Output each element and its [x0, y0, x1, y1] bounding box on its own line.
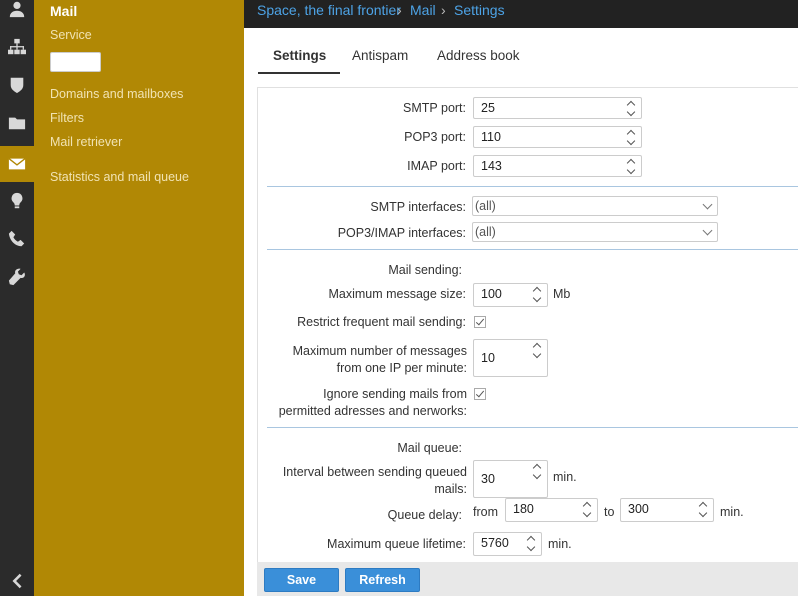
max-queue-lifetime-input[interactable]: 5760: [473, 532, 542, 556]
pop3imap-interfaces-value: (all): [475, 225, 496, 239]
queue-interval-value: 30: [481, 472, 495, 486]
max-queue-lifetime-unit: min.: [548, 537, 572, 551]
imap-port-label: IMAP port:: [407, 159, 466, 173]
mail-queue-heading: Mail queue:: [397, 441, 462, 455]
smtp-interfaces-value: (all): [475, 199, 496, 213]
bulb-icon[interactable]: [0, 184, 34, 218]
spinner-icon[interactable]: [627, 158, 636, 174]
breadcrumb-settings[interactable]: Settings: [454, 2, 505, 18]
smtp-interfaces-select[interactable]: (all): [472, 196, 718, 216]
chevron-left-icon[interactable]: [0, 566, 34, 596]
pop3imap-interfaces-label: POP3/IMAP interfaces:: [337, 226, 466, 240]
queue-interval-unit: min.: [553, 470, 577, 484]
tab-address-book[interactable]: Address book: [437, 48, 520, 63]
max-messages-input[interactable]: 10: [473, 339, 548, 377]
pop3-port-input[interactable]: 110: [473, 126, 642, 148]
breadcrumb-server[interactable]: Space, the final frontier: [257, 2, 401, 18]
spinner-icon[interactable]: [627, 129, 636, 145]
smtp-interfaces-label: SMTP interfaces:: [370, 200, 466, 214]
phone-icon[interactable]: [0, 222, 34, 256]
user-icon[interactable]: [0, 0, 34, 26]
spinner-icon[interactable]: [527, 535, 536, 551]
section-divider: [267, 186, 798, 187]
queue-delay-unit: min.: [720, 505, 744, 519]
breadcrumb-separator: ›: [397, 2, 402, 18]
queue-delay-from-input[interactable]: 180: [505, 498, 598, 522]
chevron-down-icon: [702, 225, 713, 236]
max-message-size-input[interactable]: 100: [473, 283, 548, 307]
mail-submenu: Mail Service Settings Domains and mailbo…: [34, 0, 244, 596]
queue-interval-input[interactable]: 30: [473, 460, 548, 498]
queue-delay-to-input[interactable]: 300: [620, 498, 714, 522]
submenu-item-filters[interactable]: Filters: [50, 111, 84, 125]
folder-icon[interactable]: [0, 106, 34, 140]
save-button[interactable]: Save: [264, 568, 339, 592]
submenu-item-settings[interactable]: Settings: [50, 52, 102, 72]
tab-settings[interactable]: Settings: [273, 48, 326, 63]
spinner-icon[interactable]: [533, 286, 542, 302]
queue-delay-from-label: from: [473, 505, 498, 519]
submenu-item-domains[interactable]: Domains and mailboxes: [50, 87, 183, 101]
smtp-port-value: 25: [481, 101, 495, 115]
breadcrumb: Space, the final frontier › Mail › Setti…: [244, 0, 798, 28]
pop3imap-interfaces-select[interactable]: (all): [472, 222, 718, 242]
queue-interval-label-line2: mails:: [434, 482, 467, 496]
imap-port-value: 143: [481, 159, 502, 173]
max-messages-label-line1: Maximum number of messages: [292, 344, 467, 358]
chevron-down-icon: [702, 199, 713, 210]
pop3-port-value: 110: [481, 130, 501, 144]
submenu-item-mail-retriever[interactable]: Mail retriever: [50, 135, 122, 149]
ignore-permitted-checkbox[interactable]: [474, 388, 486, 400]
tab-bar: Settings Antispam Address book: [244, 28, 798, 76]
smtp-port-input[interactable]: 25: [473, 97, 642, 119]
icon-rail: [0, 0, 34, 596]
pop3-port-label: POP3 port:: [404, 130, 466, 144]
submenu-item-service[interactable]: Service: [50, 28, 92, 42]
restrict-frequent-label: Restrict frequent mail sending:: [297, 315, 466, 329]
max-message-size-value: 100: [481, 287, 502, 301]
wrench-icon[interactable]: [0, 260, 34, 294]
max-queue-lifetime-value: 5760: [481, 536, 509, 550]
mail-sending-heading: Mail sending:: [388, 263, 462, 277]
section-divider: [267, 249, 798, 250]
ignore-permitted-label-line1: Ignore sending mails from: [323, 387, 467, 401]
submenu-item-statistics[interactable]: Statistics and mail queue: [50, 170, 189, 184]
submenu-title: Mail: [50, 3, 78, 19]
queue-delay-to-value: 300: [628, 502, 649, 516]
active-tab-indicator: [258, 72, 340, 74]
max-message-size-label: Maximum message size:: [328, 287, 466, 301]
max-messages-label-line2: from one IP per minute:: [336, 361, 467, 375]
queue-delay-label: Queue delay:: [387, 508, 462, 522]
smtp-port-label: SMTP port:: [403, 101, 466, 115]
queue-delay-from-value: 180: [513, 502, 534, 516]
sitemap-icon[interactable]: [0, 30, 34, 64]
tab-antispam[interactable]: Antispam: [352, 48, 408, 63]
section-divider: [267, 427, 798, 428]
refresh-button[interactable]: Refresh: [345, 568, 420, 592]
breadcrumb-mail[interactable]: Mail: [410, 2, 436, 18]
breadcrumb-separator: ›: [441, 2, 446, 18]
max-queue-lifetime-label: Maximum queue lifetime:: [327, 537, 466, 551]
imap-port-input[interactable]: 143: [473, 155, 642, 177]
ignore-permitted-label-line2: permitted adresses and nerworks:: [278, 404, 467, 418]
spinner-icon[interactable]: [583, 501, 592, 517]
spinner-icon[interactable]: [533, 342, 542, 358]
form-footer: Save Refresh: [257, 562, 798, 596]
queue-interval-label-line1: Interval between sending queued: [282, 465, 467, 479]
queue-delay-to-label: to: [604, 505, 615, 519]
spinner-icon[interactable]: [533, 463, 542, 479]
max-message-size-unit: Mb: [553, 287, 571, 301]
spinner-icon[interactable]: [627, 100, 636, 116]
spinner-icon[interactable]: [699, 501, 708, 517]
shield-icon[interactable]: [0, 68, 34, 102]
max-messages-value: 10: [481, 351, 495, 365]
mail-icon[interactable]: [0, 146, 34, 182]
restrict-frequent-checkbox[interactable]: [474, 316, 486, 328]
